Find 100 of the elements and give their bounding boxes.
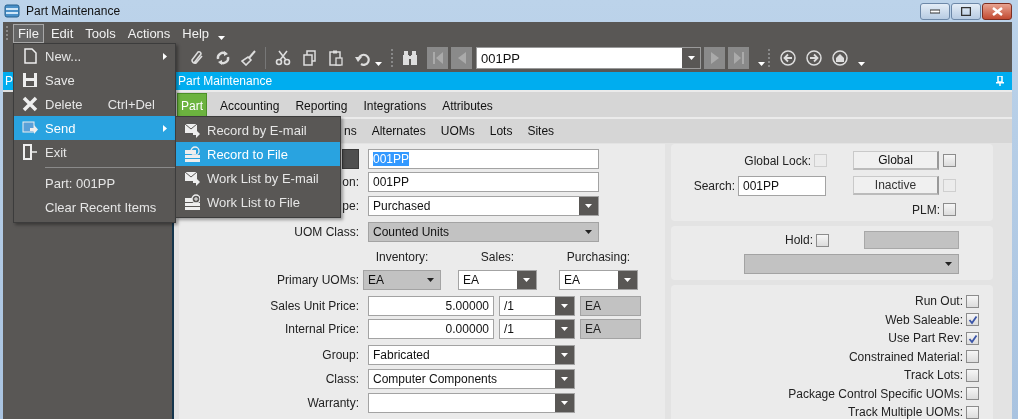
checkbox[interactable] [966,387,979,401]
copy-icon[interactable] [302,50,318,66]
dropdown[interactable]: /1 [499,296,575,316]
field-label: Class: [325,372,359,386]
number-field[interactable]: 5.00000 [368,296,494,316]
caret-icon [585,204,592,208]
caret-icon [561,304,568,308]
tab[interactable]: Reporting [292,95,351,117]
menu-item[interactable]: Part: 001PP [14,171,175,195]
minimize-icon [930,8,940,14]
dropdown[interactable] [368,393,575,413]
app-icon [4,4,20,18]
tab[interactable]: Sites [527,124,555,138]
checkbox-label: Web Saleable: [885,312,963,327]
number-field[interactable]: 0.00000 [368,319,494,339]
menu-item[interactable]: Tools [80,23,121,43]
broom-icon[interactable] [241,50,257,66]
record-dropdown[interactable]: 001PP [476,47,701,69]
caret-icon [561,327,568,331]
caret-icon [945,262,952,266]
checkbox[interactable] [966,313,979,327]
menu-item[interactable]: New... [14,44,175,68]
maximize-icon [961,6,971,16]
checkbox-label: Track Multiple UOMs: [848,405,963,419]
caret-icon [561,377,568,381]
column-label: Purchasing: [565,250,632,264]
envelope-arrow-icon [183,170,200,186]
maximize-button[interactable] [951,2,981,20]
menu-item[interactable]: Help [177,23,215,43]
binoculars-icon[interactable] [402,50,418,66]
close-button[interactable] [982,2,1012,20]
tab[interactable]: Lots [489,124,513,138]
dropdown[interactable]: EA [458,270,537,290]
tab[interactable]: UOMs [440,124,475,138]
tab[interactable]: Integrations [360,95,430,117]
delete-icon [21,96,38,112]
tab[interactable]: Accounting [217,95,283,117]
menu-item[interactable]: File [13,23,44,43]
checkbox[interactable] [966,368,979,382]
menu-item[interactable]: Exit [14,140,175,164]
dropdown[interactable]: EA [559,270,638,290]
checkbox[interactable] [966,331,979,345]
caret-icon [218,36,226,40]
paperclip-icon[interactable] [189,50,205,66]
menu-item[interactable]: Save [14,68,175,92]
check-icon [968,333,978,344]
window-title: Part Maintenance [26,4,121,18]
tab[interactable]: Alternates [371,124,426,138]
field-label: Group: [322,348,359,362]
forward-icon[interactable] [806,50,822,66]
caret-icon[interactable] [758,62,765,66]
column-label: Sales: [479,250,516,264]
caret-icon[interactable] [375,62,382,66]
checkbox[interactable] [966,350,979,364]
checkbox-label: Hold: [785,233,813,247]
menu-item[interactable]: Actions [122,23,176,43]
home-icon[interactable] [832,50,848,66]
toggle-button[interactable]: Global [853,151,939,170]
checkbox-label: Global Lock: [744,153,811,168]
field-label: UOM Class: [294,225,359,239]
field-label: Sales Unit Price: [270,299,359,313]
checkbox-label: Use Part Rev: [888,331,963,346]
exit-door-icon [21,144,38,160]
checkbox[interactable] [966,405,979,419]
checkbox[interactable] [943,154,956,167]
tab[interactable]: ns [344,124,357,138]
triangle-right-icon [708,51,721,65]
check-icon [968,315,978,326]
menu-item[interactable]: Record by E-mail [176,118,340,142]
skip-back-icon [431,51,444,65]
search-field[interactable]: 001PP [738,175,826,196]
checkbox[interactable] [966,294,979,308]
menu-item[interactable]: Delete Ctrl+Del [14,92,175,116]
panel-title: Part Maintenance [178,74,273,88]
dropdown[interactable]: /1 [499,319,575,339]
close-icon [991,6,1003,16]
menu-item[interactable]: Edit [45,23,79,43]
checkbox[interactable] [943,203,956,216]
caret-icon[interactable] [858,62,865,66]
dropdown[interactable]: Purchased [368,196,599,216]
envelope-arrow-icon [183,122,200,138]
pin-icon[interactable] [996,76,1004,86]
send-icon [21,120,38,136]
paste-icon[interactable] [328,50,344,66]
menu-item[interactable]: Work List by E-mail [176,166,340,190]
checkbox[interactable] [816,233,829,247]
dropdown[interactable]: Computer Components [368,369,575,389]
menu-item[interactable]: Work List to File [176,190,340,214]
skip-forward-icon [732,51,745,65]
refresh-icon[interactable] [215,50,231,66]
field-label: pe: [342,199,359,213]
checkbox-label: PLM: [912,202,940,217]
text-field[interactable]: 001PP [368,172,599,192]
dropdown[interactable]: Fabricated [368,345,575,365]
menu-item[interactable]: Clear Recent Items [14,195,175,219]
tab[interactable]: Attributes [439,95,496,117]
back-icon[interactable] [780,50,796,66]
scissors-icon[interactable] [275,50,291,66]
uom-field: EA [580,319,641,339]
caret-icon [624,278,631,282]
